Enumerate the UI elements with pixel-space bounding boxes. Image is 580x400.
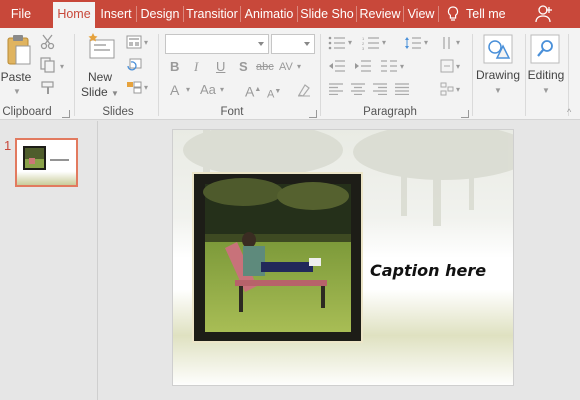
smartart-icon[interactable] bbox=[440, 82, 454, 96]
slide-number: 1 bbox=[4, 138, 12, 153]
paragraph-group-label: Paragraph bbox=[363, 106, 417, 118]
font-size-combo[interactable] bbox=[271, 34, 315, 54]
tab-home[interactable]: Home bbox=[53, 2, 95, 28]
tab-review[interactable]: Review bbox=[358, 0, 402, 28]
strikethrough-button[interactable]: abc bbox=[256, 59, 274, 75]
italic-button[interactable]: I bbox=[194, 59, 198, 75]
justify-icon[interactable] bbox=[394, 83, 410, 95]
paste-icon[interactable] bbox=[6, 34, 32, 68]
clipboard-group-label: Clipboard bbox=[2, 106, 52, 118]
copy-icon[interactable] bbox=[40, 57, 56, 73]
layout-icon[interactable] bbox=[126, 35, 142, 49]
tab-file[interactable]: File bbox=[0, 0, 42, 28]
clipboard-launcher-icon[interactable] bbox=[62, 110, 70, 118]
paste-button[interactable]: Paste bbox=[0, 70, 32, 84]
collapse-ribbon-icon[interactable]: ^ bbox=[567, 104, 571, 120]
drawing-button[interactable]: Drawing bbox=[474, 68, 522, 82]
align-text-icon[interactable] bbox=[440, 59, 454, 73]
svg-text:3: 3 bbox=[362, 46, 365, 50]
align-center-icon[interactable] bbox=[350, 83, 366, 95]
tab-slide-show[interactable]: Slide Sho bbox=[299, 0, 355, 28]
slides-group-label: Slides bbox=[102, 106, 134, 118]
section-icon[interactable] bbox=[126, 80, 142, 94]
grow-font-button[interactable]: A▲ bbox=[245, 82, 261, 100]
format-painter-icon[interactable] bbox=[40, 80, 56, 96]
tab-view[interactable]: View bbox=[405, 0, 437, 28]
reset-icon[interactable] bbox=[126, 58, 142, 72]
editing-search-icon[interactable] bbox=[530, 34, 560, 64]
thumbnail-preview bbox=[17, 140, 76, 185]
font-group-label: Font bbox=[220, 106, 244, 118]
paste-dropdown-icon[interactable]: ▼ bbox=[13, 84, 21, 100]
underline-button[interactable]: U bbox=[216, 59, 225, 75]
slide-thumbnail[interactable] bbox=[15, 138, 78, 187]
cut-icon[interactable] bbox=[40, 34, 56, 50]
ribbon: Paste ▼ ▾ Clipboard New Slide ▼ ▾ ▾ Slid… bbox=[0, 28, 580, 120]
new-slide-icon[interactable] bbox=[86, 32, 116, 64]
line-spacing-icon[interactable] bbox=[404, 36, 422, 50]
font-color-button[interactable]: A bbox=[170, 82, 179, 98]
tab-animations[interactable]: Animatio bbox=[242, 0, 296, 28]
ribbon-tab-bar: File Home Insert Design Transitior Anima… bbox=[0, 0, 580, 28]
columns-icon[interactable] bbox=[380, 59, 398, 73]
change-case-button[interactable]: Aa bbox=[200, 82, 216, 98]
character-spacing-button[interactable]: AV bbox=[279, 59, 293, 75]
shrink-font-button[interactable]: A▼ bbox=[267, 84, 281, 103]
align-left-icon[interactable] bbox=[328, 83, 344, 95]
paragraph-launcher-icon[interactable] bbox=[461, 110, 469, 118]
lightbulb-icon bbox=[447, 6, 459, 21]
tab-transitions[interactable]: Transitior bbox=[185, 0, 239, 28]
text-direction-icon[interactable] bbox=[440, 36, 454, 50]
new-slide-button[interactable]: New Slide ▼ bbox=[80, 70, 120, 101]
share-person-icon[interactable] bbox=[534, 4, 554, 24]
decrease-indent-icon[interactable] bbox=[328, 59, 346, 73]
font-name-combo[interactable] bbox=[165, 34, 269, 54]
editing-button[interactable]: Editing bbox=[524, 68, 568, 82]
bold-button[interactable]: B bbox=[170, 59, 179, 75]
tab-insert[interactable]: Insert bbox=[97, 0, 135, 28]
slide-caption[interactable]: Caption here bbox=[370, 261, 486, 280]
font-launcher-icon[interactable] bbox=[309, 110, 317, 118]
tab-design[interactable]: Design bbox=[138, 0, 182, 28]
drawing-shapes-icon[interactable] bbox=[483, 34, 513, 64]
numbering-icon[interactable]: 123 bbox=[362, 36, 380, 50]
increase-indent-icon[interactable] bbox=[354, 59, 372, 73]
align-right-icon[interactable] bbox=[372, 83, 388, 95]
slide-background bbox=[173, 130, 513, 385]
text-shadow-button[interactable]: S bbox=[239, 59, 248, 75]
slide-canvas[interactable] bbox=[172, 129, 514, 386]
bullets-icon[interactable] bbox=[328, 36, 346, 50]
tell-me-label: Tell me bbox=[466, 7, 506, 21]
clear-formatting-icon[interactable] bbox=[296, 82, 312, 98]
